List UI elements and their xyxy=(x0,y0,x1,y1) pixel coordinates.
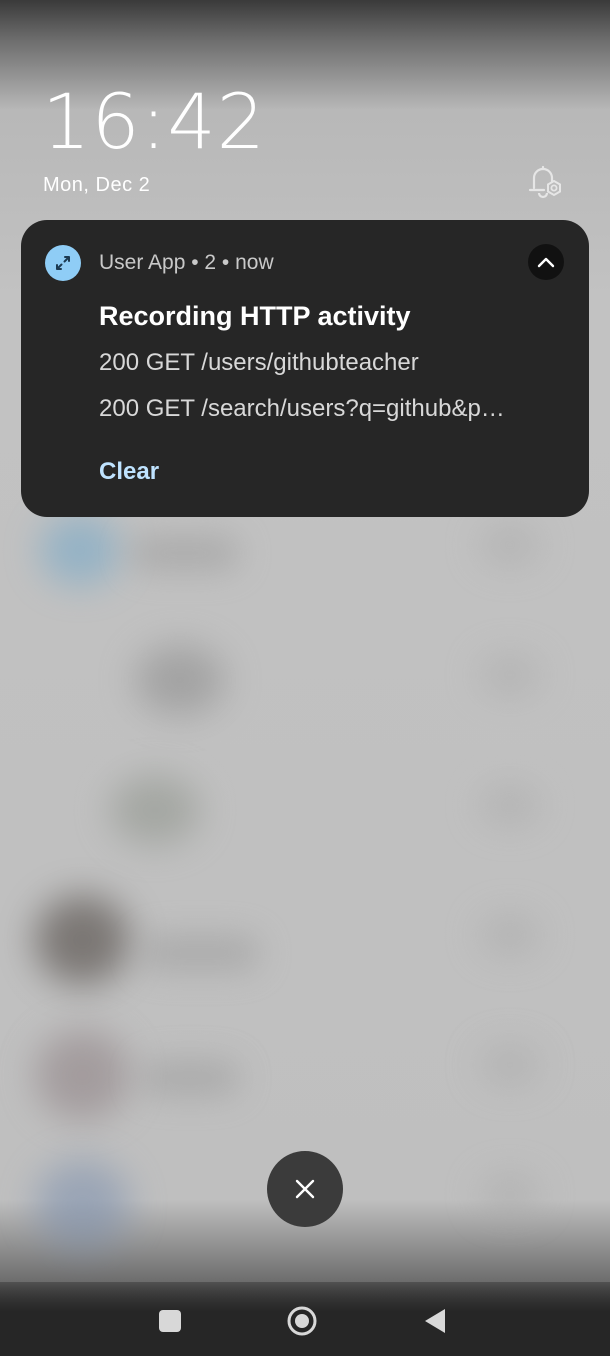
clear-button[interactable]: Clear xyxy=(99,458,159,486)
blurred-badge xyxy=(480,655,540,695)
notification-line: 200 GET /users/githubteacher xyxy=(99,349,419,376)
blurred-badge xyxy=(480,915,540,955)
blurred-avatar xyxy=(135,645,225,715)
lockscreen-date: Mon, Dec 2 xyxy=(43,174,151,196)
blurred-avatar xyxy=(35,1030,130,1120)
square-icon[interactable] xyxy=(159,1310,181,1332)
blurred-row xyxy=(140,1060,240,1096)
triangle-back-icon[interactable] xyxy=(423,1307,447,1335)
navigation-bar xyxy=(0,1282,610,1356)
blurred-row xyxy=(140,935,260,971)
blurred-row xyxy=(130,535,240,571)
blurred-avatar xyxy=(110,775,200,845)
notification-card[interactable]: User App • 2 • now Recording HTTP activi… xyxy=(21,220,589,517)
blurred-badge xyxy=(480,785,540,825)
blurred-badge xyxy=(480,1045,540,1085)
notification-app-header: User App • 2 • now xyxy=(99,251,274,274)
notification-line: 200 GET /search/users?q=github&p… xyxy=(99,395,505,422)
notification-title: Recording HTTP activity xyxy=(99,301,411,331)
blurred-badge xyxy=(480,525,540,565)
blurred-avatar xyxy=(40,515,120,585)
blurred-badge xyxy=(480,1175,540,1215)
blurred-avatar xyxy=(35,1160,130,1250)
lockscreen-clock: 16:42 xyxy=(42,77,267,166)
dismiss-all-button[interactable] xyxy=(267,1151,343,1227)
compress-arrows-icon xyxy=(45,245,81,281)
bell-settings-icon[interactable] xyxy=(526,164,566,200)
circle-icon[interactable] xyxy=(286,1305,318,1337)
collapse-button[interactable] xyxy=(528,244,564,280)
blurred-avatar xyxy=(35,895,130,985)
